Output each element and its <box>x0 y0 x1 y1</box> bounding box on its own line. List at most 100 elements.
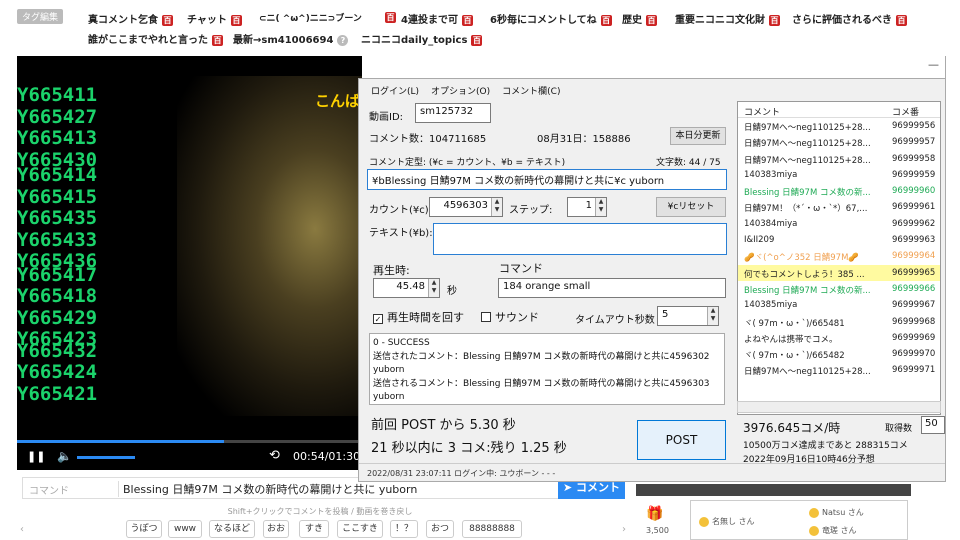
tag-item[interactable]: ⊂ニ( ^ω^)ニニ⊃ブーン百 <box>259 11 396 24</box>
comment-number: 96999960 <box>892 186 936 197</box>
quick-comment-button[interactable]: すき <box>299 520 329 538</box>
command-field[interactable]: 184 orange small <box>498 278 726 298</box>
comment-row[interactable]: よねやんは携帯でコメ。 96999969 <box>738 330 940 346</box>
dictionary-icon[interactable]: 百 <box>600 14 612 26</box>
template-field[interactable]: ¥bBlessing 日鯖97M コメ数の新時代の幕開けと共に¥c yuborn <box>367 169 727 190</box>
tag-item[interactable]: 4連投まで可百 <box>401 11 473 26</box>
pause-icon[interactable]: ❚❚ <box>27 450 45 463</box>
supporter-card[interactable]: 竜瑳 さん <box>809 525 857 536</box>
loop-checkbox[interactable]: ✓ 再生時間を回す <box>373 309 464 325</box>
window-titlebar[interactable]: — <box>632 56 946 80</box>
help-icon[interactable]: ? <box>337 34 349 46</box>
supporter-card[interactable]: Natsu さん <box>809 507 864 518</box>
comment-row[interactable]: 140383miya 96999959 <box>738 167 940 183</box>
menu-comments[interactable]: コメント欄(C) <box>502 87 560 97</box>
sound-checkbox[interactable]: サウンド <box>481 309 539 325</box>
count-reset-button[interactable]: ¥cリセット <box>656 197 726 217</box>
rewind-icon[interactable]: ⟲ <box>269 448 280 463</box>
comment-list[interactable]: コメント コメ番 日鯖97Mへ～neg110125+28... 96999956 日… <box>737 101 941 415</box>
comment-row[interactable]: 140384miya 96999962 <box>738 216 940 232</box>
column-comment[interactable]: コメント <box>744 105 780 118</box>
tag-item[interactable]: 重要ニコニコ文化財百 <box>675 11 780 26</box>
scroll-right-icon[interactable]: › <box>622 524 626 535</box>
seconds-label: 秒 <box>447 286 457 297</box>
comment-row[interactable]: Blessing 日鯖97M コメ数の新... 96999966 <box>738 281 940 297</box>
comment-row[interactable]: 日鯖97M！（*´・ω・`*）67,... 96999961 <box>738 199 940 215</box>
video-id-field[interactable]: sm125732 <box>415 103 491 123</box>
comment-row[interactable]: I&II209 96999963 <box>738 232 940 248</box>
quick-comment-button[interactable]: www <box>168 520 202 538</box>
volume-icon[interactable]: 🔈 <box>57 449 72 463</box>
scroll-left-icon[interactable]: ‹ <box>20 524 24 535</box>
overlay-comment: Y665424 <box>17 361 98 383</box>
dictionary-icon[interactable]: 百 <box>896 14 907 26</box>
video-player[interactable]: Y665411 Y665427 Y665413 Y665430 Y665414 Y6654… <box>17 56 362 470</box>
dictionary-icon[interactable]: 百 <box>471 34 483 46</box>
tag-item[interactable]: 歴史百 <box>622 11 657 26</box>
comment-row[interactable]: 日鯖97Mへ～neg110125+28... 96999957 <box>738 134 940 150</box>
tag-item[interactable]: ニコニコdaily_topics 百 <box>361 31 483 46</box>
daily-count: 08月31日：158886 <box>537 134 631 145</box>
gift-icon[interactable]: 🎁 <box>646 506 663 522</box>
comment-number: 96999964 <box>892 251 936 262</box>
comment-row[interactable]: 日鯖97Mへ～neg110125+28... 96999958 <box>738 151 940 167</box>
tag-edit-button[interactable]: タグ編集 <box>17 9 64 24</box>
supporter-card[interactable]: 名無し さん <box>699 516 755 527</box>
comment-number: 96999965 <box>892 267 936 278</box>
quick-comment-button[interactable]: なるほど <box>209 520 255 538</box>
dictionary-icon[interactable]: 百 <box>162 14 173 26</box>
volume-slider[interactable] <box>77 456 135 459</box>
dictionary-icon[interactable]: 百 <box>212 34 223 46</box>
dictionary-icon[interactable]: 百 <box>461 14 473 26</box>
tag-item[interactable]: 誰がここまでやれと言った百 <box>88 31 223 46</box>
comment-row[interactable]: 140385miya 96999967 <box>738 297 940 313</box>
tag-item[interactable]: チャット百 <box>187 11 242 26</box>
stepper-arrows-icon[interactable]: ▲ ▼ <box>707 307 718 325</box>
comment-row[interactable]: 🥜ヾ(^o^ノ352 日鯖97M🥜 96999964 <box>738 248 940 264</box>
post-button[interactable]: POST <box>637 420 726 460</box>
comment-number: 96999959 <box>892 169 936 180</box>
quick-comment-button[interactable]: ここすき <box>337 520 383 538</box>
comment-row[interactable]: ヾ( 97m・ω・`)/665481 96999968 <box>738 314 940 330</box>
quick-comment-button[interactable]: ！？ <box>390 520 418 538</box>
tag-item[interactable]: さらに評価されるべき百 <box>792 11 907 26</box>
comment-row[interactable]: ヾ( 97m・ω・`)/665482 96999970 <box>738 346 940 362</box>
count-stepper[interactable]: 4596303 ▲ ▼ <box>429 197 503 217</box>
comment-row[interactable]: 何でもコメントしよう！385 ... 96999965 <box>738 264 940 281</box>
post-log: 0 - SUCCESS 送信されたコメント：Blessing 日鯖97M コメ数… <box>369 333 725 405</box>
tag-item[interactable]: 6秒毎にコメントしてね百 <box>490 11 612 26</box>
quick-comment-button[interactable]: 88888888 <box>462 520 522 538</box>
command-input[interactable]: コマンド <box>29 482 69 497</box>
text-field[interactable] <box>433 223 727 255</box>
menu-login[interactable]: ログイン(L) <box>371 87 419 97</box>
comment-row[interactable]: 日鯖97Mへ～neg110125+28... 96999971 <box>738 362 940 378</box>
seek-bar[interactable] <box>17 440 362 443</box>
tag-item[interactable]: 最新→sm41006694? <box>233 31 349 46</box>
avatar <box>809 507 819 518</box>
timeout-stepper[interactable]: 5 ▲ ▼ <box>657 306 719 326</box>
stepper-arrows-icon[interactable]: ▲ ▼ <box>428 279 439 297</box>
stepper-arrows-icon[interactable]: ▲ ▼ <box>595 198 606 216</box>
menu-options[interactable]: オプション(O) <box>431 87 490 97</box>
horizontal-scrollbar[interactable] <box>737 401 941 413</box>
quick-comment-button[interactable]: おお <box>263 520 289 538</box>
dictionary-icon[interactable]: 百 <box>230 14 242 26</box>
step-stepper[interactable]: 1 ▲ ▼ <box>567 197 607 217</box>
dictionary-icon[interactable]: 百 <box>385 12 396 23</box>
comment-row[interactable]: 日鯖97Mへ～neg110125+28... 96999956 <box>738 118 940 134</box>
update-today-button[interactable]: 本日分更新 <box>670 127 726 145</box>
stepper-arrows-icon[interactable]: ▲ ▼ <box>491 198 502 216</box>
playtime-stepper[interactable]: 45.48 ▲ ▼ <box>373 278 440 298</box>
comment-input[interactable]: Blessing 日鯖97M コメ数の新時代の幕開けと共に yuborn <box>118 481 558 497</box>
dictionary-icon[interactable]: 百 <box>646 14 657 26</box>
column-number[interactable]: コメ番 <box>892 105 919 118</box>
comment-row[interactable]: Blessing 日鯖97M コメ数の新... 96999960 <box>738 183 940 199</box>
fetch-count-field[interactable]: 50 <box>921 416 945 434</box>
minimize-icon[interactable]: — <box>928 58 939 71</box>
fetch-label: 取得数 <box>885 424 913 434</box>
tag-item[interactable]: 真コメント乞食百 <box>88 11 173 26</box>
quick-comment-button[interactable]: うぽつ <box>126 520 162 538</box>
dictionary-icon[interactable]: 百 <box>769 14 780 26</box>
quick-comment-button[interactable]: おつ <box>426 520 454 538</box>
overlay-comment: Y665429 <box>17 306 98 329</box>
